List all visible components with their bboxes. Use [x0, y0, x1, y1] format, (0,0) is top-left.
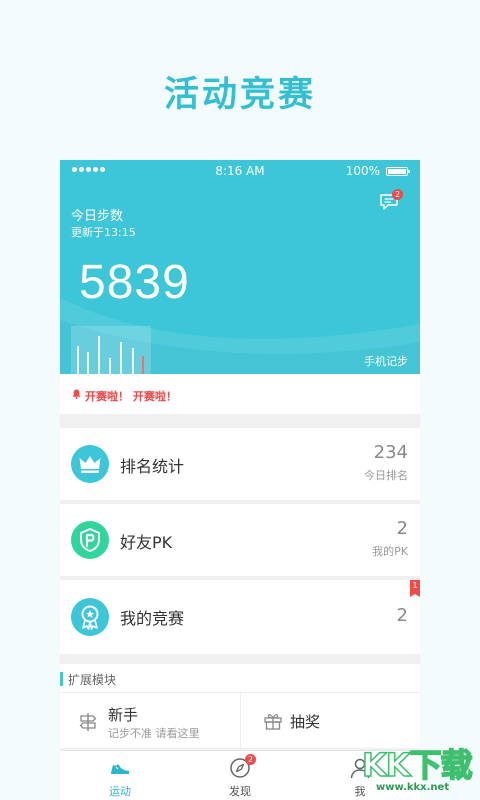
steps-count: 5839 — [79, 256, 190, 309]
message-button[interactable]: 2 — [380, 189, 403, 210]
extensions-header: 扩展模块 — [60, 664, 420, 692]
watermark-logo: KK下载 — [361, 745, 473, 785]
friend-pk-label: 好友PK — [120, 533, 173, 552]
my-race-row[interactable]: 我的竞赛 2 1 — [60, 580, 420, 654]
status-bar: 8:16 AM 100% — [60, 160, 420, 182]
friend-pk-caption: 我的PK — [372, 545, 408, 558]
beginner-desc: 记步不准 请看这里 — [108, 727, 200, 740]
extensions-title: 扩展模块 — [68, 673, 117, 687]
section-accent — [60, 672, 63, 686]
bell-icon — [72, 389, 81, 399]
step-source-label: 手机记步 — [364, 355, 408, 368]
beginner-tile[interactable]: 新手 记步不准 请看这里 — [60, 693, 240, 749]
chart-bar — [109, 358, 111, 374]
alert-text: 开赛啦！ 开赛啦！ — [85, 390, 177, 403]
steps-mini-chart[interactable] — [71, 326, 151, 374]
battery-icon — [386, 167, 410, 176]
my-race-value: 2 — [396, 605, 408, 626]
beginner-label: 新手 — [108, 706, 139, 724]
ranking-row[interactable]: 排名统计 234 今日排名 — [60, 428, 420, 500]
friend-pk-row[interactable]: 好友PK 2 我的PK — [60, 504, 420, 576]
tab-sport[interactable]: 运动 — [60, 751, 180, 800]
chart-bar — [98, 336, 100, 374]
chart-bar — [132, 348, 134, 374]
steps-hero: 8:16 AM 100% 2 今日步数 更新于13:15 5839 手机记步 — [60, 160, 420, 374]
ranking-caption: 今日排名 — [364, 469, 408, 482]
discover-badge: 2 — [245, 754, 256, 765]
ranking-label: 排名统计 — [120, 457, 185, 476]
tab-sport-label: 运动 — [109, 785, 131, 798]
race-alert[interactable]: 开赛啦！ 开赛啦！ — [60, 374, 420, 414]
ranking-value: 234 — [373, 442, 408, 463]
chart-bar-today — [142, 356, 144, 374]
friend-pk-value: 2 — [396, 518, 408, 539]
gift-icon — [264, 714, 282, 730]
my-race-ribbon-badge: 1 — [410, 580, 420, 597]
steps-title: 今日步数 — [71, 209, 124, 224]
page-headline: 活动竞赛 — [163, 75, 316, 115]
battery-percent: 100% — [345, 164, 380, 178]
chart-bar — [120, 342, 122, 374]
signpost-icon — [79, 713, 97, 731]
steps-updated-time: 更新于13:15 — [71, 226, 136, 239]
watermark-url: www.kkx.net — [376, 782, 450, 793]
chart-bar — [87, 352, 89, 374]
chart-bar — [77, 346, 79, 374]
tab-discover-label: 发现 — [229, 785, 251, 798]
medal-icon — [71, 598, 109, 636]
phone-screen: 8:16 AM 100% 2 今日步数 更新于13:15 5839 手机记步 开… — [60, 160, 420, 800]
message-badge: 2 — [392, 189, 403, 200]
watermark: KK下载 www.kkx.net — [344, 740, 474, 798]
shoe-icon — [111, 764, 129, 774]
my-race-label: 我的竞赛 — [120, 609, 185, 628]
crown-icon — [71, 445, 109, 483]
lottery-label: 抽奖 — [290, 713, 321, 731]
tab-discover[interactable]: 2 发现 — [180, 751, 300, 800]
pk-shield-icon — [71, 521, 109, 559]
